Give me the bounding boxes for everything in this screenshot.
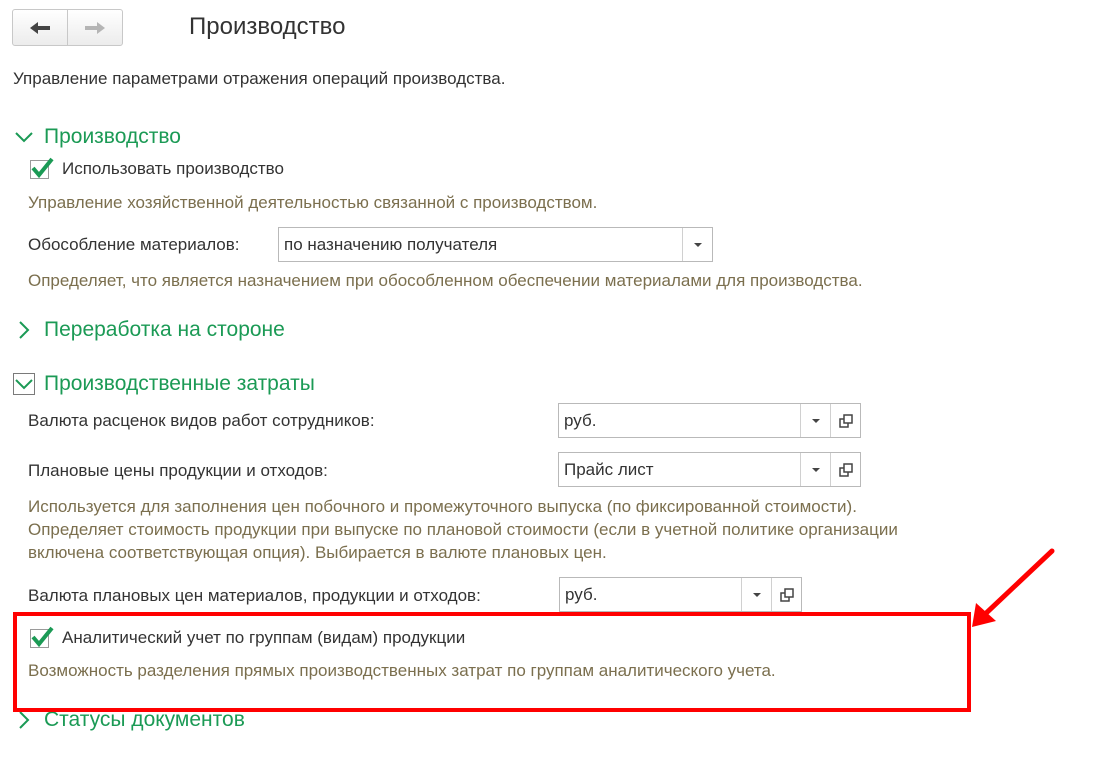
open-form-icon [838, 462, 853, 477]
section-production-title: Производство [44, 125, 181, 148]
chevron-right-icon [13, 709, 35, 731]
use-production-row: Использовать производство [30, 157, 284, 179]
use-production-hint: Управление хозяйственной деятельностью с… [28, 193, 598, 212]
isolation-select[interactable]: по назначению получателя [278, 227, 713, 262]
triangle-down-icon [693, 242, 702, 247]
work-rate-currency-open-button[interactable] [830, 404, 860, 437]
triangle-down-icon [811, 467, 820, 472]
isolation-label: Обособление материалов: [28, 235, 240, 254]
page-title: Производство [189, 13, 346, 40]
chevron-down-icon [13, 373, 35, 395]
open-form-icon [838, 413, 853, 428]
back-button[interactable] [13, 10, 67, 45]
open-form-icon [779, 587, 794, 602]
section-costs-header[interactable]: Производственные затраты [13, 372, 315, 396]
triangle-down-icon [811, 418, 820, 423]
chevron-right-icon [13, 319, 35, 341]
section-outsourcing-header[interactable]: Переработка на стороне [13, 318, 285, 342]
annotation-highlight-box [13, 612, 971, 712]
work-rate-currency-value: руб. [564, 410, 597, 430]
checkmark-icon [31, 157, 54, 178]
planned-prices-hint-line-2: Определяет стоимость продукции при выпус… [28, 520, 898, 539]
page-description: Управление параметрами отражения операци… [13, 69, 506, 88]
isolation-value: по назначению получателя [284, 234, 498, 254]
planned-prices-label: Плановые цены продукции и отходов: [28, 461, 328, 480]
isolation-hint: Определяет, что является назначением при… [28, 271, 863, 290]
planned-prices-value: Прайс лист [564, 459, 654, 479]
use-production-checkbox[interactable] [30, 157, 54, 179]
chevron-down-icon [13, 126, 35, 148]
planned-currency-select[interactable]: руб. [559, 577, 802, 612]
section-costs-title: Производственные затраты [44, 372, 315, 395]
planned-prices-open-button[interactable] [830, 453, 860, 486]
annotation-arrow-icon [972, 548, 1055, 627]
planned-currency-label: Валюта плановых цен материалов, продукци… [28, 586, 481, 605]
isolation-dropdown-button[interactable] [682, 228, 712, 261]
arrow-right-icon [85, 21, 105, 34]
planned-currency-value: руб. [565, 584, 598, 604]
planned-prices-select[interactable]: Прайс лист [558, 452, 861, 487]
section-outsourcing-title: Переработка на стороне [44, 318, 285, 341]
forward-button[interactable] [67, 10, 122, 45]
planned-prices-hint-line-3: включена соответствующая опция). Выбирае… [28, 543, 607, 562]
triangle-down-icon [752, 592, 761, 597]
work-rate-currency-dropdown-button[interactable] [800, 404, 830, 437]
arrow-left-icon [30, 21, 50, 34]
planned-prices-dropdown-button[interactable] [800, 453, 830, 486]
work-rate-currency-label: Валюта расценок видов работ сотрудников: [28, 411, 375, 430]
planned-currency-open-button[interactable] [771, 578, 801, 611]
work-rate-currency-select[interactable]: руб. [558, 403, 861, 438]
use-production-label: Использовать производство [62, 159, 284, 178]
section-production-header[interactable]: Производство [13, 125, 181, 149]
planned-currency-dropdown-button[interactable] [741, 578, 771, 611]
navigation-buttons [12, 9, 123, 46]
planned-prices-hint-line-1: Используется для заполнения цен побочног… [28, 497, 857, 516]
